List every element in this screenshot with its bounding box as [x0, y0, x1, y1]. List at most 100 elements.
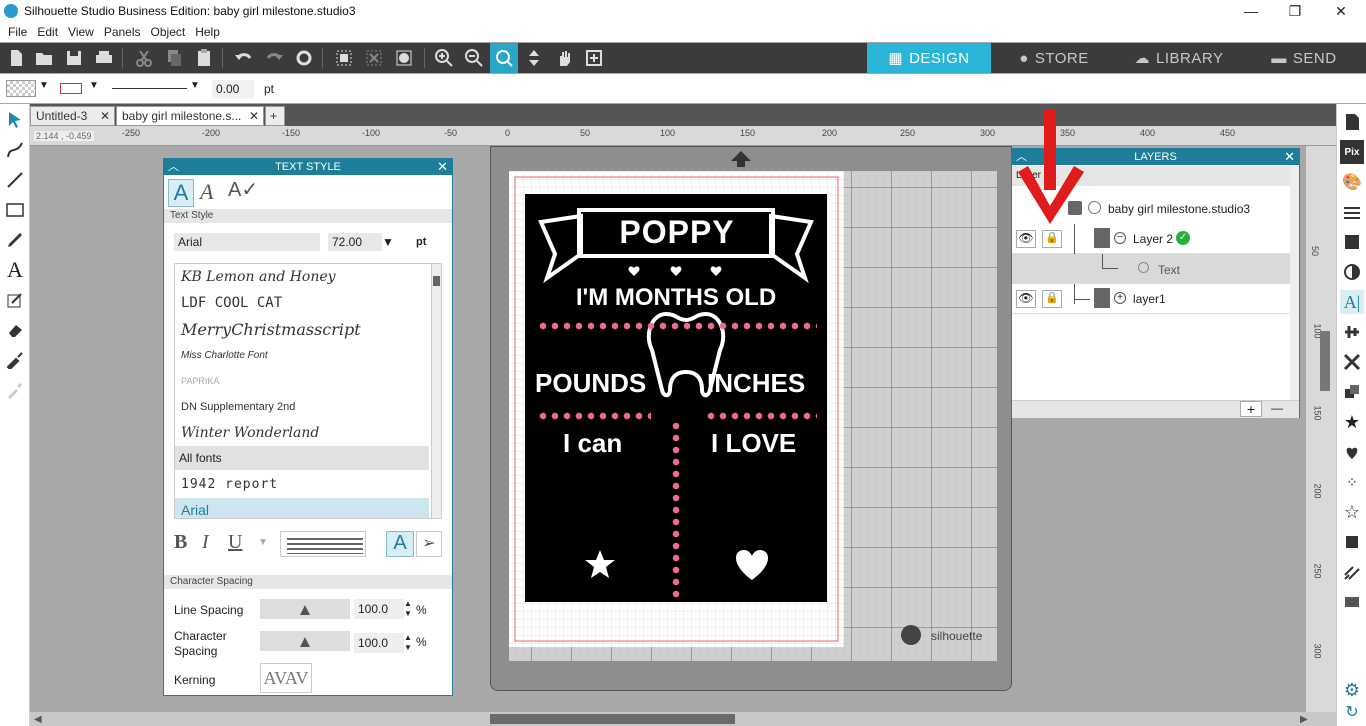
font-item[interactable]: MerryChristmasscript	[181, 316, 434, 342]
eyedropper-icon[interactable]	[3, 378, 27, 402]
nesting-icon[interactable]	[1340, 590, 1364, 614]
point-edit-icon[interactable]	[3, 138, 27, 162]
knife-icon[interactable]	[3, 348, 27, 372]
line-spacing-stepper[interactable]: ▲ ▼	[404, 599, 412, 619]
tab-baby-girl-milestone[interactable]: baby girl milestone.s... ✕	[116, 106, 264, 126]
trace-icon[interactable]: ⁘	[1340, 470, 1364, 494]
alignment-buttons[interactable]	[280, 531, 366, 557]
font-size-dropdown-icon[interactable]: ▼	[382, 235, 394, 249]
collapse-chevron-icon[interactable]: ︿	[168, 159, 179, 175]
font-item[interactable]: DN Supplementary 2nd	[181, 394, 434, 420]
tab-untitled-3[interactable]: Untitled-3 ✕	[30, 106, 115, 126]
fill-pattern-icon[interactable]	[1340, 230, 1364, 254]
menu-file[interactable]: File	[8, 25, 27, 39]
open-folder-icon[interactable]	[32, 47, 56, 69]
panel-close-icon[interactable]: ✕	[437, 159, 448, 175]
font-list-scrollbar[interactable]	[431, 264, 441, 518]
zoom-fit-icon[interactable]	[582, 47, 606, 69]
milestone-artwork[interactable]: POPPY I'M MONTHS OLD POUNDS INCHES I can…	[525, 194, 827, 602]
redo-icon[interactable]	[262, 47, 286, 69]
text-style-tab-icon[interactable]: A	[168, 179, 194, 207]
zoom-out-icon[interactable]	[462, 47, 486, 69]
remove-layer-button[interactable]: —	[1266, 401, 1288, 417]
menu-object[interactable]: Object	[151, 25, 186, 39]
line-style-preview[interactable]	[112, 88, 187, 89]
design-pounds-text[interactable]: POUNDS	[535, 368, 646, 399]
font-name-field[interactable]: Arial	[174, 233, 320, 251]
hatch-icon[interactable]	[1340, 560, 1364, 584]
eraser-icon[interactable]	[3, 318, 27, 342]
rectangle-tool-icon[interactable]	[3, 198, 27, 222]
new-tab-button[interactable]: +	[265, 106, 285, 126]
line-spacing-slider[interactable]	[260, 599, 350, 619]
print-icon[interactable]	[92, 47, 116, 69]
scroll-left-icon[interactable]: ◀	[34, 714, 42, 725]
font-item[interactable]: 1942 report	[181, 471, 434, 497]
text-style-icon[interactable]: A|	[1340, 290, 1364, 314]
vertical-scrollbar-thumb[interactable]	[1320, 331, 1330, 391]
design-months-text[interactable]: I'M MONTHS OLD	[525, 284, 827, 312]
layers-scrollbar[interactable]	[1290, 166, 1299, 400]
panel-close-icon[interactable]: ✕	[1284, 149, 1295, 165]
scroll-right-icon[interactable]: ▶	[1300, 714, 1308, 725]
paste-icon[interactable]	[192, 47, 216, 69]
group-icon[interactable]	[332, 47, 356, 69]
line-style-icon[interactable]	[1340, 200, 1364, 224]
close-button[interactable]: ✕	[1318, 0, 1364, 22]
kerning-toggle[interactable]: AVAV	[260, 663, 312, 693]
character-spacing-slider[interactable]	[260, 631, 350, 651]
collapse-minus-icon[interactable]: −	[1114, 232, 1126, 244]
line-color-dropdown-icon[interactable]: ▼	[89, 80, 99, 91]
copy-icon[interactable]	[162, 47, 186, 69]
library-icon[interactable]	[1340, 530, 1364, 554]
redraw-icon[interactable]	[292, 47, 316, 69]
underline-button[interactable]: U	[228, 531, 242, 554]
fill-swatch[interactable]	[6, 80, 36, 97]
page-setup-icon[interactable]	[1340, 110, 1364, 134]
text-spellcheck-icon[interactable]: A✓	[228, 177, 258, 202]
layer-text-row[interactable]: Text	[1012, 254, 1290, 284]
zoom-in-icon[interactable]	[432, 47, 456, 69]
bold-button[interactable]: B	[174, 531, 187, 554]
transform-icon[interactable]	[1340, 350, 1364, 374]
ungroup-icon[interactable]	[362, 47, 386, 69]
font-item[interactable]: KB Lemon and Honey	[181, 264, 434, 290]
tab-design[interactable]: ▦ DESIGN	[867, 43, 991, 73]
line-style-dropdown-icon[interactable]: ▼	[190, 80, 200, 91]
design-ilove-text[interactable]: I LOVE	[711, 428, 796, 459]
sketch-star-icon[interactable]: ☆	[1340, 500, 1364, 524]
lock-icon[interactable]: 🔒	[1042, 290, 1062, 308]
offset-icon[interactable]	[1340, 440, 1364, 464]
slider-handle-icon[interactable]	[300, 637, 310, 647]
fit-to-page-icon[interactable]	[522, 47, 546, 69]
text-on-path-icon[interactable]: ➢	[416, 531, 442, 557]
font-item[interactable]: Winter Wonderland	[181, 420, 434, 446]
menu-panels[interactable]: Panels	[104, 25, 141, 39]
cut-icon[interactable]	[132, 47, 156, 69]
tab-store[interactable]: ● STORE	[992, 43, 1116, 73]
minimize-button[interactable]: —	[1228, 0, 1274, 22]
font-item[interactable]: Miss Charlotte Font	[181, 342, 434, 368]
text-direction-icon[interactable]: A	[386, 531, 414, 557]
italic-button[interactable]: I	[202, 531, 209, 554]
sync-icon[interactable]: ↻	[1340, 700, 1364, 724]
compound-path-icon[interactable]	[392, 47, 416, 69]
font-size-field[interactable]: 72.00	[328, 233, 382, 251]
transparency-icon[interactable]	[1340, 260, 1364, 284]
zoom-select-icon[interactable]	[490, 43, 518, 73]
expand-plus-icon[interactable]: +	[1114, 292, 1126, 304]
all-fonts-header[interactable]: All fonts	[175, 446, 429, 470]
design-name-text[interactable]: POPPY	[580, 214, 774, 254]
menu-help[interactable]: Help	[195, 25, 220, 39]
font-item[interactable]: LDF COOL CAT	[181, 290, 434, 316]
align-icon[interactable]	[1340, 320, 1364, 344]
close-tab-icon[interactable]: ✕	[249, 109, 259, 123]
radio-icon[interactable]	[1138, 262, 1149, 273]
character-spacing-input[interactable]: 100.0	[354, 633, 404, 653]
maximize-button[interactable]: ❐	[1272, 0, 1318, 22]
design-inches-text[interactable]: INCHES	[707, 368, 805, 399]
style-dropdown-icon[interactable]: ▼	[258, 537, 268, 548]
layer-1-row[interactable]: 👁 🔒 + layer1	[1012, 284, 1290, 314]
menu-edit[interactable]: Edit	[37, 25, 58, 39]
select-arrow-icon[interactable]	[3, 108, 27, 132]
